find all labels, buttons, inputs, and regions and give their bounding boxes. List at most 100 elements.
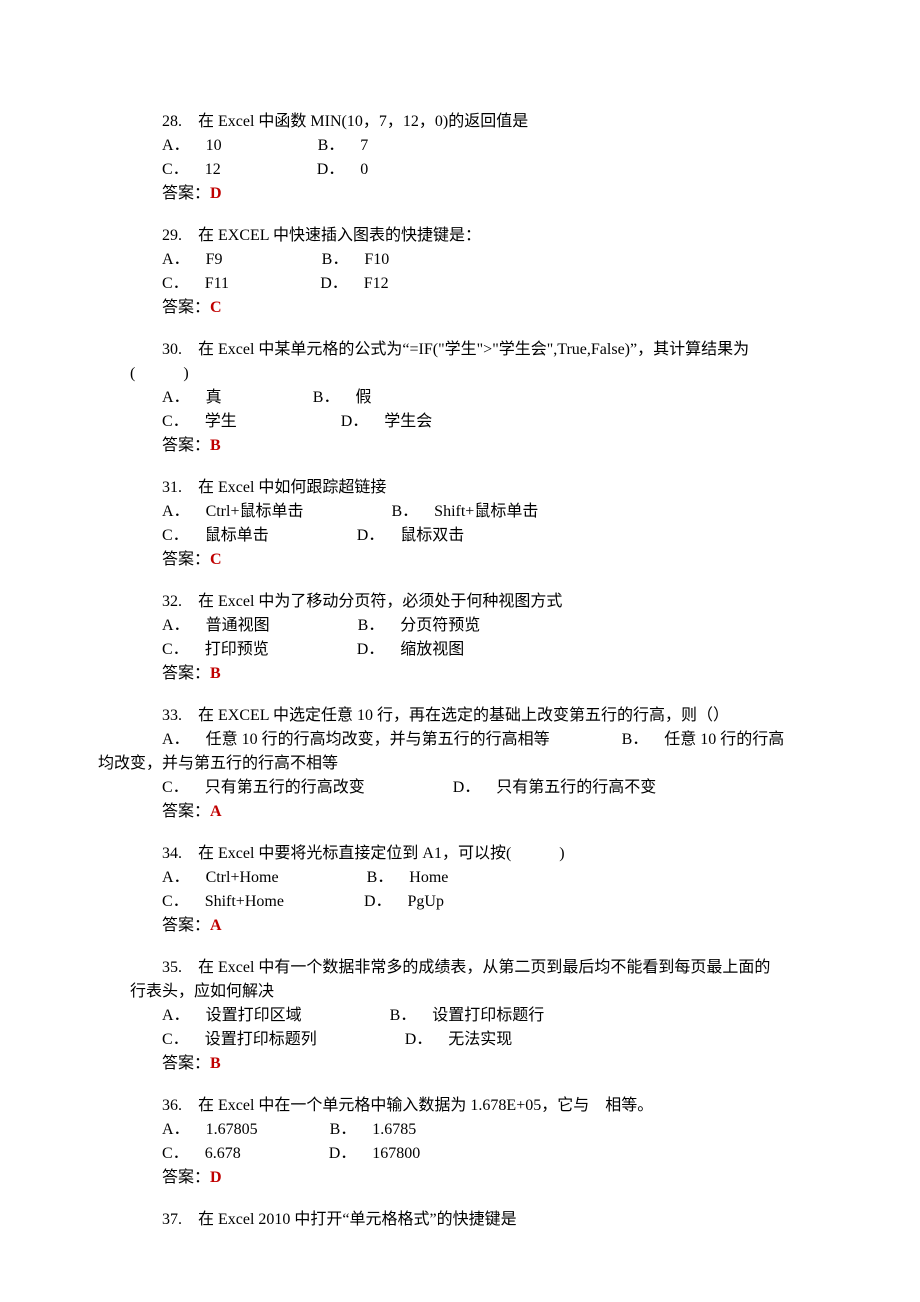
- option-c: 打印预览: [205, 641, 269, 658]
- question-text-line1: 30. 在 Excel 中某单元格的公式为“=IF("学生">"学生会",Tru…: [130, 338, 790, 362]
- options-row-1: A． 普通视图 B． 分页符预览: [130, 614, 790, 638]
- option-d-label: D．: [317, 161, 345, 178]
- question-number: 33.: [162, 707, 182, 724]
- option-b-label: B．: [391, 503, 418, 520]
- option-a: 普通视图: [206, 617, 270, 634]
- answer-value: A: [210, 803, 222, 820]
- option-b-label: B．: [367, 869, 394, 886]
- options-row-1: A． 10 B． 7: [130, 134, 790, 158]
- question-body: 在 EXCEL 中选定任意 10 行，再在选定的基础上改变第五行的行高，则（）: [198, 707, 729, 724]
- answer-line: 答案：B: [130, 662, 790, 686]
- answer-line: 答案：C: [130, 548, 790, 572]
- option-c: F11: [205, 275, 229, 292]
- options-row-1-wrap: 均改变，并与第五行的行高不相等: [98, 752, 790, 776]
- answer-line: 答案：B: [130, 434, 790, 458]
- option-d: 鼠标双击: [400, 527, 464, 544]
- option-b-label: B．: [330, 1121, 357, 1138]
- options-row-2: C． 6.678 D． 167800: [130, 1142, 790, 1166]
- answer-label: 答案：: [162, 185, 210, 202]
- question-text: 34. 在 Excel 中要将光标直接定位到 A1，可以按( ): [130, 842, 790, 866]
- answer-label: 答案：: [162, 803, 210, 820]
- question-31: 31. 在 Excel 中如何跟踪超链接 A． Ctrl+鼠标单击 B． Shi…: [130, 476, 790, 572]
- question-text-line2: ( ): [130, 362, 790, 386]
- option-d-label: D．: [341, 413, 369, 430]
- question-28: 28. 在 Excel 中函数 MIN(10，7，12，0)的返回值是 A． 1…: [130, 110, 790, 206]
- answer-line: 答案：D: [130, 1166, 790, 1190]
- answer-value: C: [210, 551, 222, 568]
- question-37: 37. 在 Excel 2010 中打开“单元格格式”的快捷键是: [130, 1208, 790, 1232]
- options-row-1: A． Ctrl+Home B． Home: [130, 866, 790, 890]
- question-text: 37. 在 Excel 2010 中打开“单元格格式”的快捷键是: [130, 1208, 790, 1232]
- answer-label: 答案：: [162, 917, 210, 934]
- option-d: PgUp: [408, 893, 444, 910]
- question-number: 35.: [162, 959, 182, 976]
- question-body: 在 Excel 中要将光标直接定位到 A1，可以按( ): [198, 845, 565, 862]
- option-c: 学生: [205, 413, 237, 430]
- answer-value: A: [210, 917, 222, 934]
- question-text-line2: 行表头，应如何解决: [130, 980, 790, 1004]
- option-c-label: C．: [162, 893, 189, 910]
- option-c-label: C．: [162, 779, 189, 796]
- answer-label: 答案：: [162, 665, 210, 682]
- answer-label: 答案：: [162, 1169, 210, 1186]
- option-b: F10: [364, 251, 389, 268]
- option-a-label: A．: [162, 251, 190, 268]
- answer-label: 答案：: [162, 437, 210, 454]
- question-33: 33. 在 EXCEL 中选定任意 10 行，再在选定的基础上改变第五行的行高，…: [130, 704, 790, 824]
- option-c: 6.678: [205, 1145, 241, 1162]
- question-body-suffix: ( ): [130, 365, 189, 382]
- question-number: 32.: [162, 593, 182, 610]
- option-a-label: A．: [162, 137, 190, 154]
- options-row-2: C． 12 D． 0: [130, 158, 790, 182]
- question-text: 29. 在 EXCEL 中快速插入图表的快捷键是：: [130, 224, 790, 248]
- question-text: 31. 在 Excel 中如何跟踪超链接: [130, 476, 790, 500]
- option-a: Ctrl+鼠标单击: [206, 503, 304, 520]
- question-text-line1: 35. 在 Excel 中有一个数据非常多的成绩表，从第二页到最后均不能看到每页…: [130, 956, 790, 980]
- question-text: 33. 在 EXCEL 中选定任意 10 行，再在选定的基础上改变第五行的行高，…: [130, 704, 790, 728]
- answer-value: B: [210, 437, 221, 454]
- option-a-label: A．: [162, 1121, 190, 1138]
- question-number: 37.: [162, 1211, 182, 1228]
- options-row-1: A． 1.67805 B． 1.6785: [130, 1118, 790, 1142]
- option-b-label: B．: [318, 137, 345, 154]
- option-a-label: A．: [162, 389, 190, 406]
- question-body: 在 Excel 中为了移动分页符，必须处于何种视图方式: [198, 593, 562, 610]
- options-row-2: C． 打印预览 D． 缩放视图: [130, 638, 790, 662]
- option-a: Ctrl+Home: [206, 869, 279, 886]
- option-c: 只有第五行的行高改变: [205, 779, 365, 796]
- options-row-2: C． 设置打印标题列 D． 无法实现: [130, 1028, 790, 1052]
- question-body: 在 Excel 中如何跟踪超链接: [198, 479, 386, 496]
- option-d: 0: [360, 161, 368, 178]
- options-flow: A． 任意 10 行的行高均改变，并与第五行的行高相等 B． 任意 10 行的行…: [130, 728, 790, 800]
- option-b: Home: [409, 869, 448, 886]
- answer-label: 答案：: [162, 299, 210, 316]
- option-a: 10: [206, 137, 222, 154]
- answer-line: 答案：A: [130, 914, 790, 938]
- option-d-label: D．: [405, 1031, 433, 1048]
- question-body-prefix: 在 Excel 中有一个数据非常多的成绩表，从第二页到最后均不能看到每页最上面的: [198, 959, 770, 976]
- answer-label: 答案：: [162, 1055, 210, 1072]
- question-34: 34. 在 Excel 中要将光标直接定位到 A1，可以按( ) A． Ctrl…: [130, 842, 790, 938]
- option-c-label: C．: [162, 275, 189, 292]
- question-number: 30.: [162, 341, 182, 358]
- options-row-2: C． 学生 D． 学生会: [130, 410, 790, 434]
- option-c: 鼠标单击: [205, 527, 269, 544]
- option-d-label: D．: [357, 641, 385, 658]
- options-row-1: A． F9 B． F10: [130, 248, 790, 272]
- answer-value: B: [210, 665, 221, 682]
- option-b-label: B．: [390, 1007, 417, 1024]
- option-d-label: D．: [357, 527, 385, 544]
- option-a-label: A．: [162, 731, 190, 748]
- options-row-1: A． Ctrl+鼠标单击 B． Shift+鼠标单击: [130, 500, 790, 524]
- answer-label: 答案：: [162, 551, 210, 568]
- question-body: 在 Excel 2010 中打开“单元格格式”的快捷键是: [198, 1211, 517, 1228]
- question-text: 36. 在 Excel 中在一个单元格中输入数据为 1.678E+05，它与 相…: [130, 1094, 790, 1118]
- option-d: 无法实现: [448, 1031, 512, 1048]
- option-d-label: D．: [320, 275, 348, 292]
- option-c-label: C．: [162, 527, 189, 544]
- question-body-suffix: 行表头，应如何解决: [130, 983, 274, 1000]
- option-d: F12: [364, 275, 389, 292]
- option-b: 假: [355, 389, 371, 406]
- answer-line: 答案：D: [130, 182, 790, 206]
- option-c: 设置打印标题列: [205, 1031, 317, 1048]
